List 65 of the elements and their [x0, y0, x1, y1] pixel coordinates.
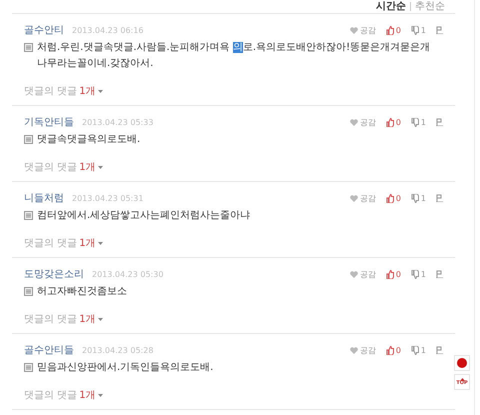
memo-icon	[24, 287, 33, 296]
thumbs-down-icon	[410, 118, 419, 126]
comment-author[interactable]: 골수안티	[24, 23, 64, 37]
thumbs-down-icon	[410, 270, 419, 278]
caret-icon	[98, 394, 103, 396]
empathy-button[interactable]: 공감	[350, 116, 376, 128]
empathy-button[interactable]: 공감	[350, 268, 376, 280]
memo-icon	[24, 135, 33, 144]
replies-toggle[interactable]: 댓글의 댓글 1개	[24, 236, 103, 250]
like-button[interactable]: 0	[386, 26, 401, 34]
memo-icon	[24, 363, 33, 372]
comment-author[interactable]: 기독안티들	[24, 115, 74, 129]
heart-icon	[350, 346, 358, 354]
thumbs-up-icon	[386, 194, 394, 202]
sort-tab[interactable]: 추천순	[415, 0, 445, 12]
comment-text: 허고자빠진것좀보소	[37, 285, 128, 299]
like-button[interactable]: 0	[386, 270, 401, 278]
like-button[interactable]: 0	[386, 118, 401, 126]
share-button[interactable]	[454, 355, 470, 371]
heart-icon	[350, 270, 358, 278]
comment-text: 컴터앞에서.세상담쌓고사는폐인처럼사는줄아냐	[37, 209, 252, 223]
thumbs-up-icon	[386, 270, 394, 278]
comment-date: 2013.04.23 06:16	[72, 26, 144, 34]
caret-icon	[98, 90, 103, 92]
like-button[interactable]: 0	[386, 346, 401, 354]
memo-icon	[24, 211, 33, 220]
empathy-button[interactable]: 공감	[350, 24, 376, 36]
thumbs-down-icon	[410, 194, 419, 202]
empathy-button[interactable]: 공감	[350, 344, 376, 356]
comment-text: 믿음과신앙판에서.기독인들욕의로도배.	[37, 361, 214, 375]
comment-date: 2013.04.23 05:31	[72, 194, 144, 202]
comment-date: 2013.04.23 05:33	[82, 118, 154, 126]
memo-icon	[24, 43, 33, 52]
dislike-button[interactable]: 1	[410, 118, 426, 126]
like-button[interactable]: 0	[386, 194, 401, 202]
comment-text: 댓글속댓글욕의로도배.	[37, 133, 142, 147]
up-caret-icon	[460, 378, 464, 381]
dislike-button[interactable]: 1	[410, 194, 426, 202]
sort-tab[interactable]: 시간순	[376, 0, 406, 12]
comment-author[interactable]: 도망갖은소리	[24, 267, 84, 281]
thumbs-up-icon	[386, 118, 394, 126]
comment-date: 2013.04.23 05:28	[82, 346, 154, 354]
heart-icon	[350, 118, 358, 126]
comment-author[interactable]: 골수안티들	[24, 343, 74, 357]
replies-toggle[interactable]: 댓글의 댓글 1개	[24, 312, 103, 326]
replies-toggle[interactable]: 댓글의 댓글 1개	[24, 84, 103, 98]
replies-toggle[interactable]: 댓글의 댓글 1개	[24, 388, 103, 402]
dislike-button[interactable]: 1	[410, 346, 426, 354]
heart-icon	[350, 26, 358, 34]
comment-date: 2013.04.23 05:30	[92, 270, 164, 278]
heart-icon	[350, 194, 358, 202]
thumbs-down-icon	[410, 26, 419, 34]
thumbs-down-icon	[410, 346, 419, 354]
caret-icon	[98, 318, 103, 320]
thumbs-up-icon	[386, 346, 394, 354]
comment-author[interactable]: 니들처럼	[24, 191, 64, 205]
empathy-button[interactable]: 공감	[350, 192, 376, 204]
replies-toggle[interactable]: 댓글의 댓글 1개	[24, 160, 103, 174]
dislike-button[interactable]: 1	[410, 26, 426, 34]
caret-icon	[98, 166, 103, 168]
comment-text: 처럼.우린.댓글속댓글.사람들.눈피해가며욕 의로.욕의로도배안하잖아!똥묻은개겨묻은개 나무라는꼴이네.갖잖아서.	[37, 41, 432, 71]
caret-icon	[98, 242, 103, 244]
thumbs-up-icon	[386, 26, 394, 34]
dot-icon	[457, 358, 467, 368]
dislike-button[interactable]: 1	[410, 270, 426, 278]
